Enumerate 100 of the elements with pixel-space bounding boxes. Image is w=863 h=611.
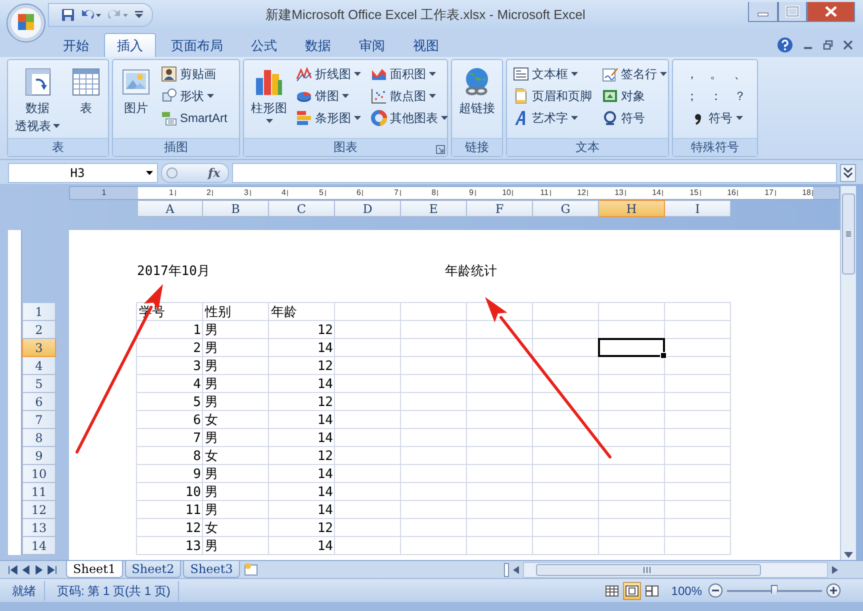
row-header[interactable]: 13 bbox=[22, 519, 56, 537]
ribbon-tab[interactable]: 开始 bbox=[50, 33, 102, 57]
sheet-tab[interactable]: Sheet2 bbox=[124, 561, 182, 578]
ribbon-button[interactable]: 其他图表 bbox=[368, 107, 451, 129]
ribbon-button[interactable]: 剪贴画 bbox=[158, 63, 230, 85]
row-header[interactable]: 5 bbox=[22, 375, 56, 393]
minimize-button[interactable] bbox=[748, 2, 778, 22]
row-header[interactable]: 9 bbox=[22, 447, 56, 465]
table-cell-text: 14 bbox=[316, 376, 334, 393]
ruler-number: 18 bbox=[802, 189, 811, 197]
ribbon-button[interactable]: 超链接 bbox=[455, 63, 499, 137]
row-header[interactable]: 3 bbox=[22, 339, 56, 357]
close-button[interactable] bbox=[807, 2, 855, 22]
table-cell-text: 14 bbox=[316, 412, 334, 429]
undo-icon[interactable] bbox=[80, 8, 102, 22]
caret-icon bbox=[53, 124, 60, 129]
column-header[interactable]: H bbox=[599, 200, 665, 217]
symbol-button[interactable]: ； bbox=[680, 85, 704, 107]
ribbon-tab[interactable]: 视图 bbox=[400, 33, 452, 57]
column-header[interactable]: G bbox=[533, 200, 599, 217]
dialog-launcher-icon[interactable] bbox=[436, 145, 445, 154]
column-header[interactable]: I bbox=[665, 200, 731, 217]
row-header[interactable]: 7 bbox=[22, 411, 56, 429]
table-cell-text: 12 bbox=[316, 322, 334, 339]
status-text: 页码: 第 1 页(共 1 页) bbox=[45, 580, 180, 600]
row-header[interactable]: 1 bbox=[22, 303, 56, 321]
symbol-button[interactable]: ？ bbox=[728, 85, 752, 107]
insert-sheet-icon[interactable] bbox=[242, 561, 260, 577]
symbol-button[interactable]: 、 bbox=[728, 63, 752, 85]
donut-chart-icon bbox=[371, 110, 387, 126]
column-header[interactable]: C bbox=[269, 200, 335, 217]
caret-icon bbox=[342, 94, 349, 98]
split-box-icon[interactable] bbox=[504, 562, 509, 576]
column-header[interactable]: F bbox=[467, 200, 533, 217]
column-header[interactable]: B bbox=[203, 200, 269, 217]
column-header[interactable]: A bbox=[137, 200, 203, 217]
formula-input[interactable] bbox=[232, 163, 837, 183]
symbol-button[interactable]: ， bbox=[680, 63, 704, 85]
row-header[interactable]: 4 bbox=[22, 357, 56, 375]
row-header[interactable]: 11 bbox=[22, 483, 56, 501]
ribbon-tab[interactable]: 审阅 bbox=[346, 33, 398, 57]
ribbon-tab[interactable]: 公式 bbox=[238, 33, 290, 57]
zoom-out-icon[interactable] bbox=[708, 583, 723, 598]
row-header[interactable]: 10 bbox=[22, 465, 56, 483]
ribbon-button[interactable]: 页眉和页脚 bbox=[510, 85, 595, 107]
ribbon-button[interactable]: SmartArt bbox=[158, 107, 230, 129]
page-layout-view-button[interactable] bbox=[623, 582, 642, 600]
ribbon-button[interactable]: 折线图 bbox=[293, 63, 364, 85]
next-sheet-icon[interactable] bbox=[34, 564, 44, 574]
column-header[interactable]: E bbox=[401, 200, 467, 217]
close-icon[interactable] bbox=[843, 40, 853, 50]
ribbon-tab[interactable]: 插入 bbox=[104, 33, 156, 57]
table-cell-text: 男 bbox=[204, 484, 219, 501]
row-header[interactable]: 12 bbox=[22, 501, 56, 519]
ribbon-button[interactable]: 对象 bbox=[599, 85, 670, 107]
ribbon-button[interactable]: 形状 bbox=[158, 85, 230, 107]
page-layout-view-icon bbox=[625, 584, 640, 596]
active-cell-outline[interactable] bbox=[598, 338, 665, 357]
ribbon-tab[interactable]: 数据 bbox=[292, 33, 344, 57]
scroll-left-icon[interactable] bbox=[512, 564, 520, 574]
name-box[interactable]: H3 bbox=[8, 163, 158, 183]
ribbon-tab[interactable]: 页面布局 bbox=[158, 33, 236, 57]
symbol-button[interactable]: 。 bbox=[704, 63, 728, 85]
last-sheet-icon[interactable] bbox=[47, 564, 57, 574]
ruler-number: 5 bbox=[319, 189, 324, 197]
ribbon-button[interactable]: 面积图 bbox=[368, 63, 451, 85]
row-header[interactable]: 6 bbox=[22, 393, 56, 411]
ribbon-button[interactable]: 散点图 bbox=[368, 85, 451, 107]
first-sheet-icon[interactable] bbox=[8, 564, 18, 574]
column-header[interactable]: D bbox=[335, 200, 401, 217]
save-icon[interactable] bbox=[61, 8, 75, 22]
row-header[interactable]: 8 bbox=[22, 429, 56, 447]
insert-function-button[interactable]: fx bbox=[208, 166, 220, 180]
bar-chart-icon bbox=[296, 110, 312, 126]
ribbon-button[interactable]: 条形图 bbox=[293, 107, 364, 129]
ribbon-button[interactable]: 签名行 bbox=[599, 63, 670, 85]
previous-sheet-icon[interactable] bbox=[21, 564, 31, 574]
ribbon-button[interactable]: 符号 bbox=[599, 107, 670, 129]
symbol-button[interactable]: ： bbox=[704, 85, 728, 107]
row-header[interactable]: 2 bbox=[22, 321, 56, 339]
ribbon-button[interactable]: 柱形图 bbox=[247, 63, 291, 137]
ribbon-button[interactable]: 符号 bbox=[680, 107, 752, 129]
restore-icon[interactable] bbox=[823, 40, 833, 50]
help-icon[interactable] bbox=[777, 37, 793, 53]
sheet-tab[interactable]: Sheet1 bbox=[66, 561, 123, 578]
customize-toolbar-icon[interactable] bbox=[134, 10, 144, 20]
scroll-right-icon[interactable] bbox=[831, 564, 839, 574]
sheet-tab[interactable]: Sheet3 bbox=[183, 561, 240, 578]
ribbon-button[interactable]: 文本框 bbox=[510, 63, 595, 85]
maximize-button[interactable] bbox=[778, 2, 807, 22]
expand-formula-bar-icon[interactable] bbox=[840, 164, 856, 182]
ribbon-button[interactable]: 表 bbox=[66, 63, 106, 137]
row-header[interactable]: 14 bbox=[22, 537, 56, 555]
zoom-in-icon[interactable] bbox=[826, 583, 841, 598]
ribbon-button[interactable]: 数据 透视表 bbox=[11, 63, 64, 137]
zoom-slider-thumb[interactable] bbox=[770, 584, 778, 596]
ribbon-button[interactable]: 图片 bbox=[116, 63, 156, 137]
scroll-thumb[interactable] bbox=[536, 564, 761, 576]
ribbon-button[interactable]: 艺术字 bbox=[510, 107, 595, 129]
ribbon-button[interactable]: 饼图 bbox=[293, 85, 364, 107]
